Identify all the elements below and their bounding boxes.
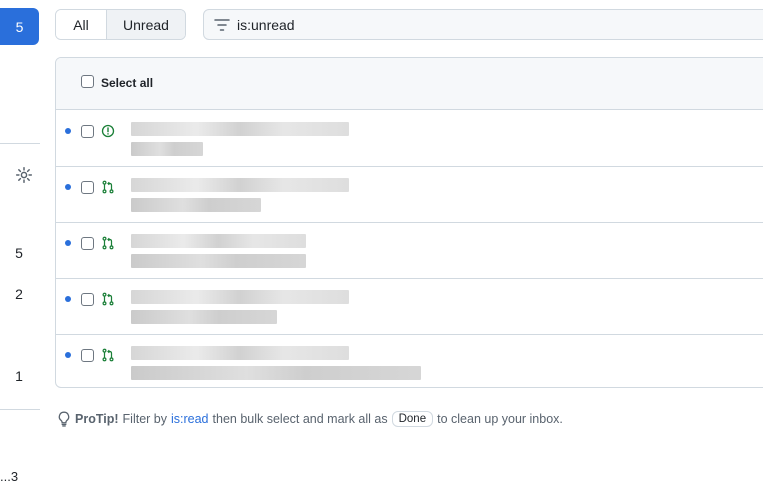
row-checkbox[interactable] <box>81 349 94 362</box>
gear-icon[interactable] <box>15 166 33 184</box>
protip: ProTip! Filter by is:read then bulk sele… <box>57 411 563 427</box>
pull-request-icon <box>102 236 114 250</box>
notification-row[interactable] <box>56 110 763 167</box>
pull-request-icon <box>102 348 114 362</box>
search-input[interactable]: is:unread <box>203 9 763 40</box>
sidebar-divider <box>0 143 40 144</box>
filter-all-button[interactable]: All <box>56 10 107 39</box>
row-checkbox[interactable] <box>81 293 94 306</box>
redacted-subtitle <box>131 366 421 380</box>
redacted-title <box>131 122 349 136</box>
unread-indicator <box>65 352 71 358</box>
notification-row[interactable] <box>56 278 763 335</box>
notification-list: Select all <box>55 57 763 388</box>
issue-icon <box>101 124 115 138</box>
sidebar-divider <box>0 409 40 410</box>
redacted-subtitle <box>131 198 261 212</box>
select-all-checkbox[interactable] <box>81 75 94 88</box>
sidebar-count[interactable]: 1 <box>0 368 38 384</box>
select-all-label[interactable]: Select all <box>101 76 153 90</box>
pull-request-icon <box>102 180 114 194</box>
done-badge: Done <box>391 411 434 427</box>
unread-indicator <box>65 296 71 302</box>
redacted-subtitle <box>131 142 203 156</box>
list-header: Select all <box>56 58 763 110</box>
unread-indicator <box>65 184 71 190</box>
filter-icon <box>214 19 230 31</box>
sidebar-count[interactable]: 5 <box>0 245 38 261</box>
row-checkbox[interactable] <box>81 237 94 250</box>
sidebar-active-count[interactable]: 5 <box>0 8 39 45</box>
protip-text: Filter by <box>122 412 167 426</box>
protip-title: ProTip! <box>75 412 119 426</box>
redacted-title <box>131 234 306 248</box>
redacted-title <box>131 346 349 360</box>
unread-indicator <box>65 128 71 134</box>
redacted-title <box>131 290 349 304</box>
lightbulb-icon <box>58 411 70 427</box>
protip-text: then bulk select and mark all as <box>212 412 388 426</box>
sidebar-count[interactable]: 2 <box>0 286 38 302</box>
redacted-title <box>131 178 349 192</box>
protip-link[interactable]: is:read <box>171 412 209 426</box>
notification-row[interactable] <box>56 334 763 387</box>
notification-row[interactable] <box>56 166 763 223</box>
redacted-subtitle <box>131 254 306 268</box>
unread-indicator <box>65 240 71 246</box>
row-checkbox[interactable] <box>81 181 94 194</box>
search-value: is:unread <box>237 17 295 33</box>
filter-unread-button[interactable]: Unread <box>107 10 185 39</box>
pull-request-icon <box>102 292 114 306</box>
protip-text: to clean up your inbox. <box>437 412 563 426</box>
redacted-subtitle <box>131 310 277 324</box>
sidebar: 5 5 2 1 ...3 <box>0 0 40 484</box>
notification-row[interactable] <box>56 222 763 279</box>
row-checkbox[interactable] <box>81 125 94 138</box>
read-filter-toggle: All Unread <box>55 9 186 40</box>
